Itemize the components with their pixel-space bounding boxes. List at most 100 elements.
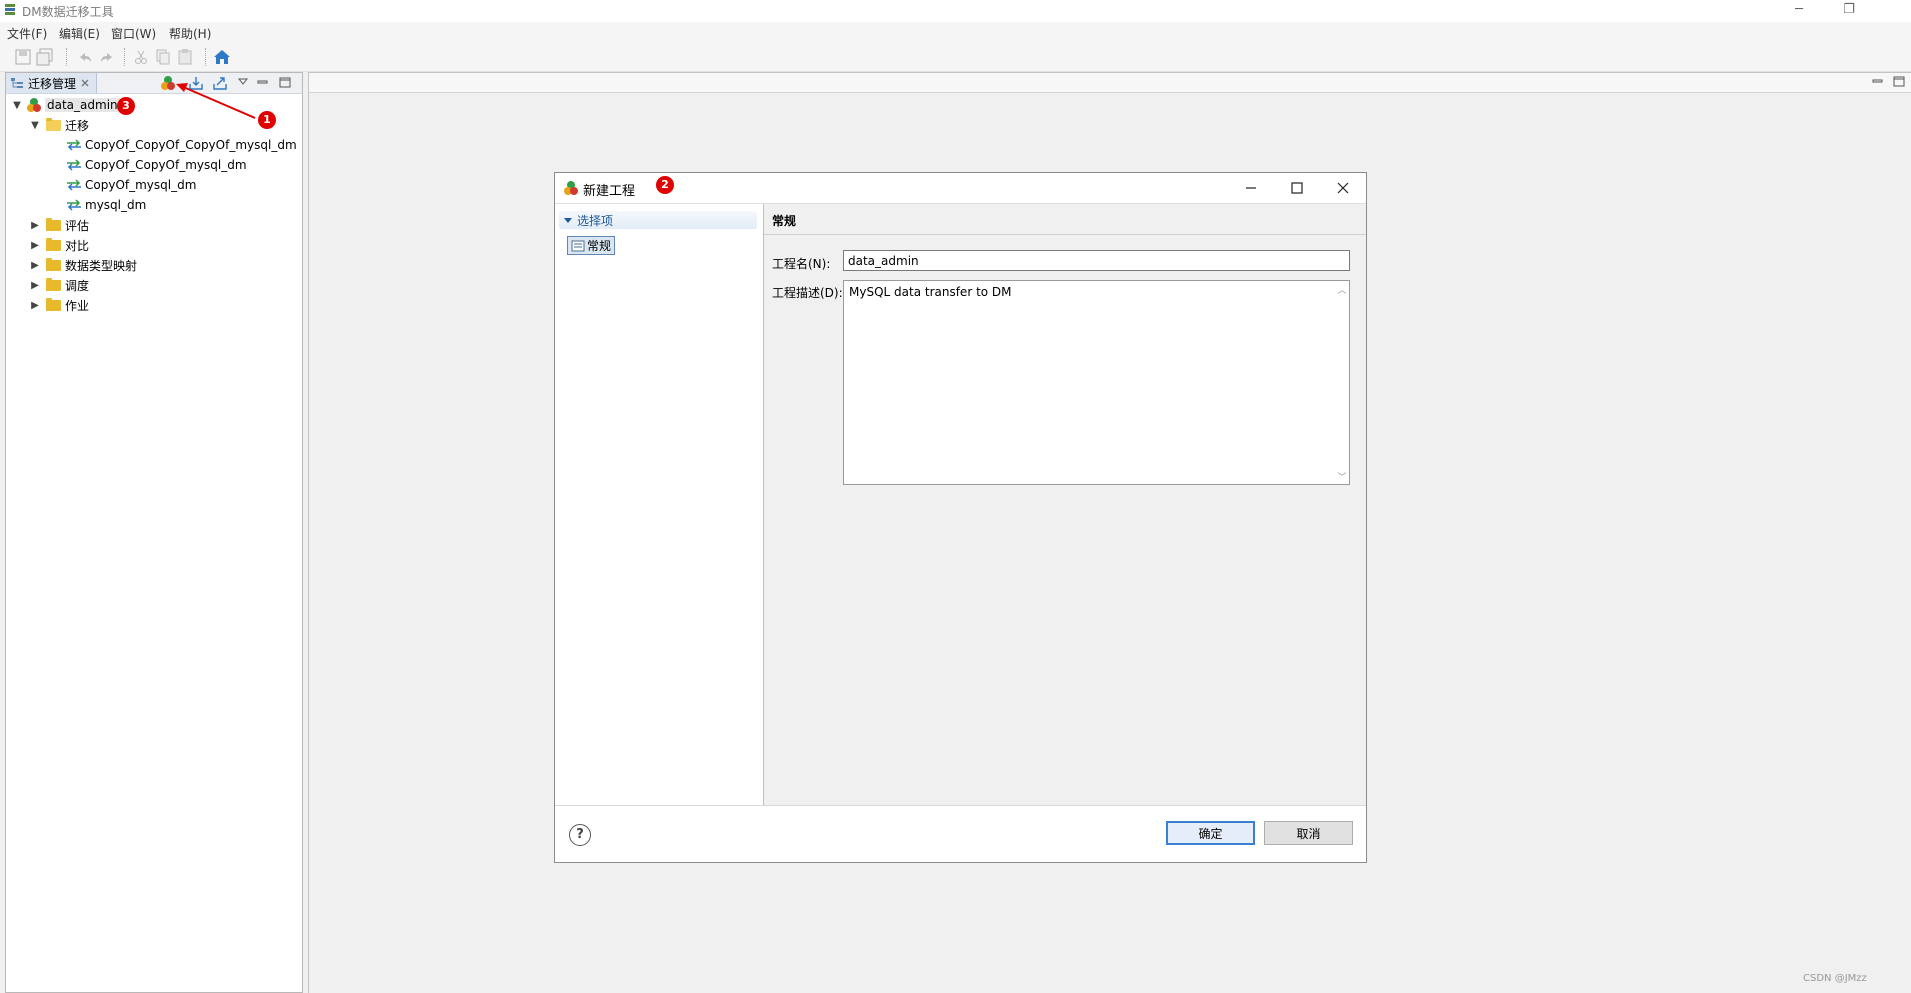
project-name-input[interactable] (843, 250, 1350, 271)
tree-node-migration[interactable]: CopyOf_CopyOf_mysql_dm (66, 155, 247, 175)
chevron-right-icon[interactable]: ▶ (28, 278, 42, 292)
menu-file[interactable]: 文件(F) (7, 25, 47, 42)
project-label: data_admin (45, 98, 120, 112)
maximize-view-icon[interactable] (1891, 74, 1907, 90)
project-icon (27, 98, 41, 112)
migration-label: CopyOf_CopyOf_mysql_dm (85, 158, 247, 172)
tree-node-project[interactable]: ▼ data_admin (10, 95, 120, 115)
scroll-up-icon[interactable]: ︿ (1336, 283, 1348, 296)
folder-icon (46, 257, 61, 271)
tab-label: 迁移管理 (28, 76, 77, 91)
minimize-view-icon[interactable] (1870, 74, 1886, 90)
app-icon (5, 4, 15, 15)
tree-view-icon (11, 78, 23, 88)
divider (764, 234, 1366, 235)
migration-label: mysql_dm (85, 198, 147, 212)
chevron-right-icon[interactable]: ▶ (28, 218, 42, 232)
chevron-down-icon[interactable]: ▼ (10, 98, 24, 112)
chevron-right-icon[interactable]: ▶ (28, 238, 42, 252)
toolbar-separator (66, 48, 68, 66)
home-icon[interactable] (213, 48, 231, 66)
option-general[interactable]: 常规 (567, 236, 616, 255)
menu-window[interactable]: 窗口(W) (111, 25, 156, 42)
menu-help[interactable]: 帮助(H) (169, 25, 211, 42)
undo-icon[interactable] (76, 48, 94, 66)
page-icon (571, 240, 585, 251)
tree-node-folder[interactable]: ▶ 评估 (28, 215, 89, 235)
annotation-badge-2: 2 (656, 176, 674, 194)
migration-label: CopyOf_CopyOf_CopyOf_mysql_dm (85, 138, 297, 152)
folder-icon (46, 297, 61, 311)
chevron-down-icon[interactable]: ▼ (28, 118, 42, 132)
section-title: 常规 (772, 214, 797, 228)
tree-node-migration[interactable]: CopyOf_mysql_dm (66, 175, 196, 195)
toolbar-separator (205, 48, 207, 66)
option-general-label: 常规 (587, 239, 612, 253)
cut-icon[interactable] (132, 48, 150, 66)
new-project-dialog: 新建工程 选择项 常规 常规 工程名(N): 工程描述(D): MySQL da… (554, 172, 1367, 863)
view-menu-icon[interactable] (235, 75, 251, 91)
folder-label: 作业 (65, 298, 90, 313)
chevron-down-icon[interactable] (563, 215, 573, 225)
dialog-titlebar: 新建工程 (555, 173, 1366, 203)
redo-icon[interactable] (98, 48, 116, 66)
annotation-badge-3: 3 (117, 97, 135, 115)
tree-node-migration-folder[interactable]: ▼ 迁移 (28, 115, 89, 135)
dialog-maximize-button[interactable] (1274, 173, 1319, 203)
migration-icon (67, 179, 81, 191)
tree-node-migration[interactable]: mysql_dm (66, 195, 146, 215)
tree-node-folder[interactable]: ▶ 对比 (28, 235, 89, 255)
folder-open-icon (46, 117, 61, 131)
tree-node-migration[interactable]: CopyOf_CopyOf_CopyOf_mysql_dm (66, 135, 297, 155)
folder-icon (46, 217, 61, 231)
save-all-icon[interactable] (36, 48, 54, 66)
folder-icon (46, 237, 61, 251)
project-name-label: 工程名(N): (772, 257, 831, 271)
minimize-button[interactable]: ─ (1776, 0, 1822, 22)
main-toolbar (0, 43, 1911, 72)
dialog-minimize-button[interactable] (1228, 173, 1273, 203)
export-icon[interactable] (212, 75, 228, 91)
menu-edit[interactable]: 编辑(E) (59, 25, 100, 42)
menu-bar: 文件(F) 编辑(E) 窗口(W) 帮助(H) (0, 22, 1911, 43)
chevron-right-icon[interactable]: ▶ (28, 258, 42, 272)
chevron-right-icon[interactable]: ▶ (28, 298, 42, 312)
project-description-input[interactable]: MySQL data transfer to DM (843, 280, 1350, 485)
window-title: DM数据迁移工具 (22, 5, 114, 19)
migration-management-panel: 迁移管理 ▼ data_admin ▼ 迁移 CopyOf_CopyOf_Cop… (5, 72, 303, 993)
tree-node-folder[interactable]: ▶ 数据类型映射 (28, 255, 137, 275)
save-icon[interactable] (14, 48, 32, 66)
migration-label: CopyOf_mysql_dm (85, 178, 197, 192)
scroll-down-icon[interactable]: ﹀ (1336, 470, 1348, 483)
migration-icon (67, 199, 81, 211)
folder-label: 迁移 (65, 118, 90, 133)
toolbar-separator (124, 48, 126, 66)
minimize-view-icon[interactable] (255, 75, 271, 91)
dialog-title: 新建工程 (583, 184, 636, 199)
project-description-label: 工程描述(D): (772, 286, 843, 300)
folder-label: 对比 (65, 238, 90, 253)
annotation-badge-1: 1 (258, 111, 276, 129)
dialog-close-button[interactable] (1320, 173, 1365, 203)
project-icon (564, 181, 578, 195)
options-header-label: 选择项 (577, 213, 614, 228)
folder-icon (46, 277, 61, 291)
import-icon[interactable] (188, 75, 204, 91)
tree-node-folder[interactable]: ▶ 调度 (28, 275, 89, 295)
help-icon[interactable]: ? (569, 824, 591, 846)
tree-node-folder[interactable]: ▶ 作业 (28, 295, 89, 315)
copy-icon[interactable] (154, 48, 172, 66)
migration-icon (67, 159, 81, 171)
folder-label: 评估 (65, 218, 90, 233)
ok-button[interactable]: 确定 (1166, 821, 1255, 845)
close-icon[interactable] (80, 78, 90, 88)
settings-pane: 常规 工程名(N): 工程描述(D): MySQL data transfer … (764, 204, 1366, 805)
migration-icon (67, 139, 81, 151)
tab-migration-management[interactable]: 迁移管理 (6, 73, 98, 93)
options-header[interactable]: 选择项 (559, 211, 757, 229)
maximize-view-icon[interactable] (277, 75, 293, 91)
paste-icon[interactable] (176, 48, 194, 66)
restore-button[interactable]: ❐ (1826, 0, 1872, 22)
cancel-button[interactable]: 取消 (1264, 821, 1353, 845)
new-project-icon[interactable] (160, 75, 176, 91)
